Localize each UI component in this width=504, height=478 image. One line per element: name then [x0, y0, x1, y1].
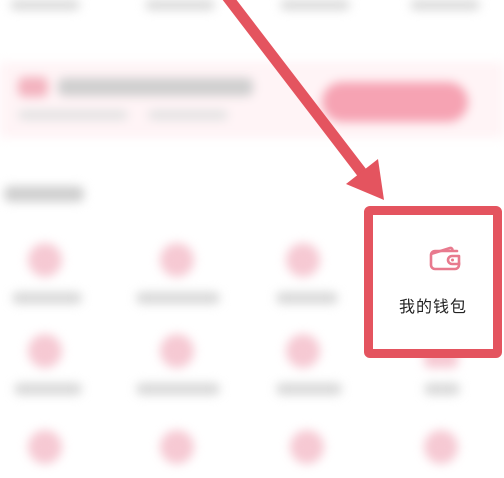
service-icon[interactable]	[160, 243, 194, 277]
section-title	[4, 186, 84, 202]
arrow-head	[346, 159, 384, 200]
banner-subtitle-2	[148, 110, 228, 120]
service-label	[136, 383, 220, 395]
wallet-label: 我的钱包	[398, 297, 467, 316]
service-icon[interactable]	[160, 334, 194, 368]
wallet-icon	[429, 246, 461, 271]
blurred-label	[410, 0, 480, 10]
service-label	[424, 383, 460, 395]
banner-icon	[18, 77, 48, 97]
service-label	[12, 292, 82, 304]
service-icon[interactable]	[424, 430, 458, 464]
blurred-label	[280, 0, 350, 10]
service-label	[136, 292, 220, 304]
blurred-label	[145, 0, 215, 10]
service-icon[interactable]	[28, 243, 62, 277]
banner-button[interactable]	[322, 82, 468, 122]
service-icon[interactable]	[286, 243, 320, 277]
blurred-label	[10, 0, 80, 10]
service-icon[interactable]	[286, 334, 320, 368]
wallet-highlight-box: 我的钱包	[364, 206, 502, 358]
banner-subtitle	[18, 110, 128, 120]
wallet-tile[interactable]: 我的钱包	[373, 215, 493, 349]
service-icon[interactable]	[28, 430, 62, 464]
service-icon[interactable]	[28, 334, 62, 368]
service-label	[276, 383, 342, 395]
service-label	[276, 292, 338, 304]
promo-banner[interactable]	[0, 62, 504, 138]
service-icon[interactable]	[160, 430, 194, 464]
banner-title	[58, 78, 253, 96]
service-label	[14, 383, 82, 395]
service-icon[interactable]	[290, 430, 324, 464]
